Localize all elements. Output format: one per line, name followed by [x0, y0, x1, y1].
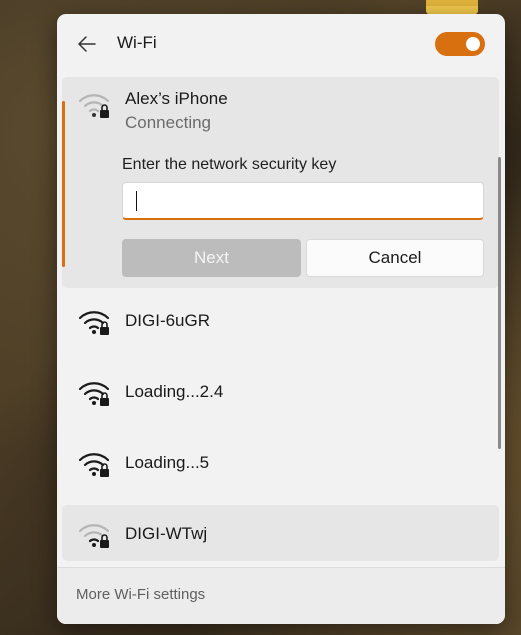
security-key-label: Enter the network security key: [122, 156, 337, 173]
network-item[interactable]: DIGI-WTwj: [62, 505, 499, 561]
more-wifi-settings-link[interactable]: More Wi-Fi settings: [76, 586, 205, 603]
back-arrow-icon: [78, 36, 96, 52]
network-item[interactable]: Loading...5: [62, 434, 499, 490]
wifi-flyout-panel: Wi-Fi Alex’s iPhone Connecting Enter the…: [57, 14, 505, 624]
cancel-button[interactable]: Cancel: [306, 239, 484, 277]
security-key-input[interactable]: [122, 182, 484, 220]
network-item[interactable]: DIGI-6uGR: [62, 292, 499, 348]
page-title: Wi-Fi: [117, 33, 157, 52]
network-item-connecting[interactable]: Alex’s iPhone Connecting Enter the netwo…: [62, 77, 499, 288]
wifi-secured-weak-icon: [78, 524, 110, 548]
network-name: Loading...2.4: [125, 382, 224, 401]
wifi-secured-weak-icon: [78, 94, 110, 118]
wifi-secured-full-icon: [78, 311, 110, 335]
wifi-secured-full-icon: [78, 453, 110, 477]
toggle-knob: [466, 37, 480, 51]
network-list: Alex’s iPhone Connecting Enter the netwo…: [57, 77, 505, 567]
wifi-toggle[interactable]: [435, 32, 485, 56]
wifi-header: Wi-Fi: [57, 14, 505, 74]
network-name: DIGI-6uGR: [125, 311, 211, 330]
network-item[interactable]: Loading...2.4: [62, 363, 499, 419]
text-caret: [136, 191, 137, 211]
network-name: Loading...5: [125, 453, 210, 472]
wifi-secured-full-icon: [78, 382, 110, 406]
network-name: Alex’s iPhone: [125, 89, 228, 108]
back-button[interactable]: [74, 31, 100, 57]
desktop-folder-icon[interactable]: [426, 0, 478, 14]
list-scrollbar[interactable]: [498, 157, 501, 449]
network-status: Connecting: [125, 113, 212, 132]
wifi-footer: More Wi-Fi settings: [57, 567, 505, 624]
next-button[interactable]: Next: [122, 239, 301, 277]
network-name: DIGI-WTwj: [125, 524, 208, 543]
selection-indicator: [62, 101, 65, 267]
